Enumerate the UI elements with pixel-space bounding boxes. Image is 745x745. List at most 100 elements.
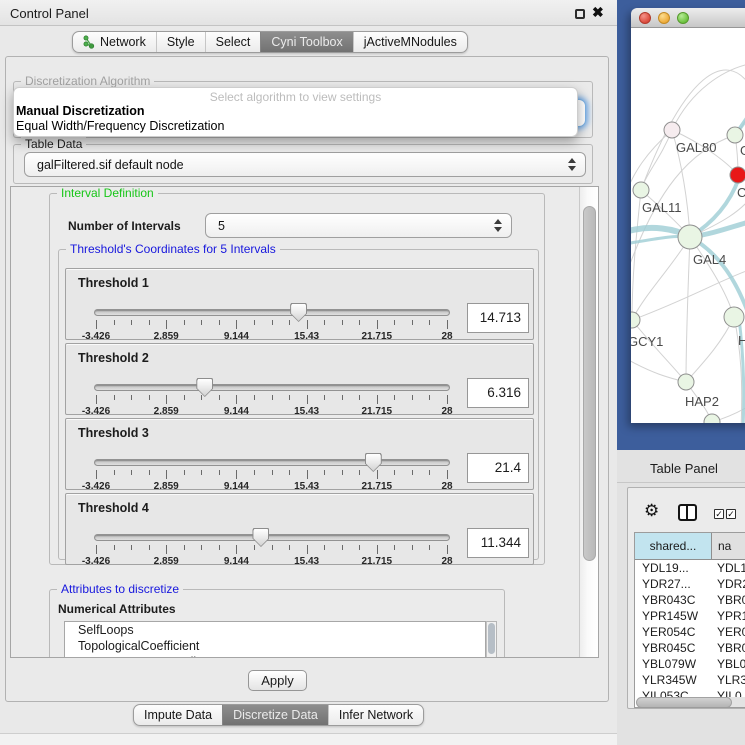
- tab-style[interactable]: Style: [156, 32, 205, 52]
- close-panel-icon[interactable]: ✖: [592, 4, 604, 20]
- tab-discretize-data[interactable]: Discretize Data: [222, 705, 328, 725]
- tick-mark: [412, 395, 413, 400]
- tick-mark: [219, 545, 220, 550]
- tick-label: -3.426: [82, 331, 110, 342]
- float-window-icon[interactable]: [575, 9, 585, 19]
- gear-icon[interactable]: ⚙: [644, 501, 659, 521]
- tick-mark: [201, 320, 202, 325]
- network-edge[interactable]: [632, 237, 690, 320]
- table-row[interactable]: YBR043CYBR0: [635, 592, 745, 608]
- numerical-attributes-list[interactable]: SelfLoopsTopologicalCoefficientBetweenne…: [64, 621, 486, 658]
- threshold-value-field[interactable]: 6.316: [467, 378, 529, 408]
- tab-impute-data[interactable]: Impute Data: [134, 705, 222, 725]
- horizontal-scrollbar-thumb[interactable]: [636, 697, 732, 708]
- checkbox-icon[interactable]: ✓: [726, 509, 736, 519]
- tab-jactivemnodules[interactable]: jActiveMNodules: [353, 32, 467, 52]
- split-columns-icon[interactable]: [678, 504, 697, 521]
- horizontal-scrollbar[interactable]: [636, 697, 745, 708]
- network-node-gal4[interactable]: [678, 225, 702, 249]
- tick-label: 15.43: [294, 331, 319, 342]
- threshold-label: Threshold 3: [78, 426, 149, 440]
- algorithm-option-manual-discretization[interactable]: Manual Discretization: [14, 104, 577, 119]
- table-row[interactable]: YDR27...YDR2: [635, 576, 745, 592]
- column-header-name[interactable]: na: [712, 533, 745, 560]
- tick-mark: [359, 470, 360, 475]
- tick-mark: [289, 545, 290, 550]
- number-of-intervals-combobox[interactable]: 5: [205, 213, 512, 238]
- tick-label: 21.715: [362, 331, 393, 342]
- network-window-titlebar[interactable]: [631, 8, 745, 28]
- tab-network[interactable]: Network: [73, 32, 156, 52]
- tick-mark: [149, 395, 150, 400]
- network-node-gcy1[interactable]: [631, 312, 640, 328]
- tick-mark: [307, 545, 308, 554]
- slider-track[interactable]: [94, 309, 450, 316]
- network-edge-thick[interactable]: [690, 237, 745, 310]
- tab-infer-network[interactable]: Infer Network: [328, 705, 423, 725]
- network-edge[interactable]: [632, 320, 686, 382]
- network-node-gal11[interactable]: [633, 182, 649, 198]
- window-close-icon[interactable]: [639, 12, 651, 24]
- network-edge[interactable]: [672, 64, 745, 130]
- table-row[interactable]: YPR145WYPR1: [635, 608, 745, 624]
- tick-mark: [254, 395, 255, 400]
- tab-select[interactable]: Select: [205, 32, 261, 52]
- list-item-selfloops[interactable]: SelfLoops: [65, 622, 485, 638]
- tick-mark: [149, 470, 150, 475]
- threshold-value-field[interactable]: 14.713: [467, 303, 529, 333]
- tick-mark: [307, 470, 308, 479]
- table-row[interactable]: YBR045CYBR0: [635, 640, 745, 656]
- attributes-list-scrollbar[interactable]: [486, 621, 497, 658]
- network-node-h[interactable]: [724, 307, 744, 327]
- table-panel-divider: [617, 482, 745, 483]
- tick-mark: [236, 470, 237, 479]
- tab-cyni-toolbox[interactable]: Cyni Toolbox: [260, 32, 352, 52]
- tick-mark: [96, 320, 97, 329]
- checkbox-icon[interactable]: ✓: [714, 509, 724, 519]
- slider-track[interactable]: [94, 384, 450, 391]
- column-header-shared-name[interactable]: shared...: [635, 533, 712, 560]
- tick-mark: [342, 545, 343, 550]
- table-row[interactable]: YLR345WYLR3: [635, 672, 745, 688]
- network-node-c[interactable]: [730, 167, 745, 183]
- vertical-scrollbar-thumb[interactable]: [583, 206, 596, 561]
- tick-label: 2.859: [154, 331, 179, 342]
- network-edge[interactable]: [686, 317, 734, 382]
- table-row[interactable]: YBL079WYBL0: [635, 656, 745, 672]
- algorithm-option-equal-width-frequency-discretization[interactable]: Equal Width/Frequency Discretization: [14, 119, 577, 134]
- network-node[interactable]: [704, 414, 720, 423]
- threshold-value-field[interactable]: 21.4: [467, 453, 529, 483]
- threshold-box: Threshold 2-3.4262.8599.14415.4321.71528…: [65, 343, 534, 415]
- tick-mark: [201, 470, 202, 475]
- network-node-gal80[interactable]: [664, 122, 680, 138]
- table-panel: Table Panel ⚙ ✓ ✓ shared... na YDL19...Y…: [617, 450, 745, 745]
- network-edge[interactable]: [686, 237, 690, 382]
- threshold-value-field[interactable]: 11.344: [467, 528, 529, 558]
- table-data-combobox[interactable]: galFiltered.sif default node: [24, 152, 586, 177]
- vertical-scrollbar[interactable]: [579, 187, 599, 657]
- network-edge[interactable]: [690, 237, 734, 317]
- tick-mark: [114, 470, 115, 475]
- window-zoom-icon[interactable]: [677, 12, 689, 24]
- network-node-hap2[interactable]: [678, 374, 694, 390]
- settings-scrollpane: Interval Definition Number of Intervals …: [10, 186, 599, 658]
- network-edge[interactable]: [641, 130, 672, 190]
- slider-track[interactable]: [94, 534, 450, 541]
- application-window: Control Panel ✖ NetworkStyleSelectCyni T…: [0, 0, 745, 745]
- network-node-g[interactable]: [727, 127, 743, 143]
- network-graph[interactable]: GAL80GCGAL11GAL4GCY1HHAP2: [631, 28, 745, 423]
- table-row[interactable]: YDL19...YDL1: [635, 560, 745, 576]
- slider-track[interactable]: [94, 459, 450, 466]
- tick-mark: [324, 320, 325, 325]
- network-edge[interactable]: [631, 358, 686, 382]
- table-row[interactable]: YER054CYER0: [635, 624, 745, 640]
- table-data-value: galFiltered.sif default node: [37, 158, 184, 172]
- cell-shared-name: YDL19...: [635, 560, 712, 576]
- apply-button[interactable]: Apply: [248, 670, 307, 691]
- list-item-betweennesscentrality[interactable]: BetweennessCentrality: [65, 654, 485, 658]
- window-minimize-icon[interactable]: [658, 12, 670, 24]
- network-canvas[interactable]: GAL80GCGAL11GAL4GCY1HHAP2: [631, 28, 745, 423]
- list-item-topologicalcoefficient[interactable]: TopologicalCoefficient: [65, 638, 485, 654]
- numerical-attributes-label: Numerical Attributes: [58, 602, 176, 616]
- tick-mark: [307, 320, 308, 329]
